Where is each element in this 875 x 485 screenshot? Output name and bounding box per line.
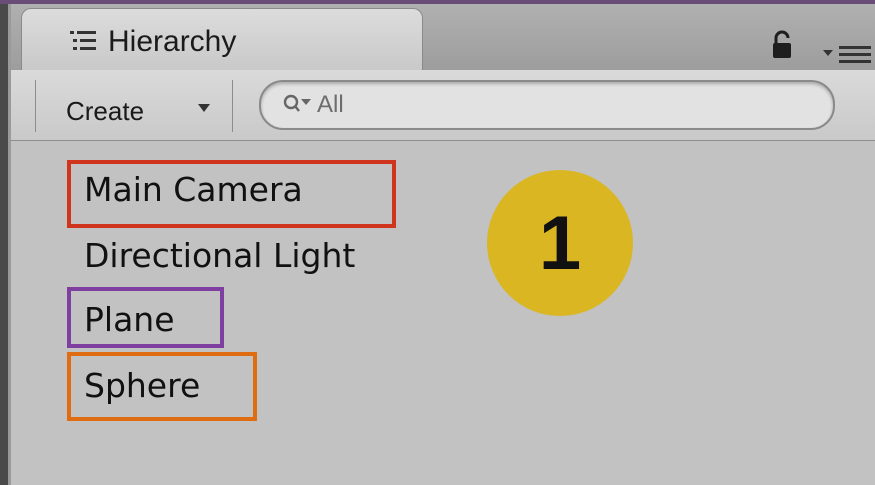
plane-highlight-box [67, 287, 224, 348]
search-field[interactable] [259, 80, 835, 130]
hierarchy-list-icon [70, 31, 96, 50]
panel-menu-icon[interactable] [823, 44, 873, 64]
lock-icon[interactable] [771, 30, 793, 60]
main-camera-highlight-box [67, 160, 396, 228]
hierarchy-item-directional-light[interactable]: Directional Light [84, 236, 355, 275]
create-button[interactable]: Create [35, 80, 233, 132]
step-number-badge: 1 [487, 170, 633, 316]
dropdown-arrow-icon [198, 104, 210, 112]
search-filter-icon[interactable] [283, 94, 313, 116]
create-label: Create [66, 96, 145, 126]
panel-tab-bar: Hierarchy [11, 4, 875, 73]
tab-hierarchy[interactable]: Hierarchy [21, 8, 423, 73]
tab-title: Hierarchy [108, 25, 237, 58]
search-input[interactable] [315, 88, 799, 122]
step-number-label: 1 [538, 200, 582, 286]
hierarchy-toolbar: Create [11, 70, 875, 141]
sphere-highlight-box [67, 352, 257, 421]
